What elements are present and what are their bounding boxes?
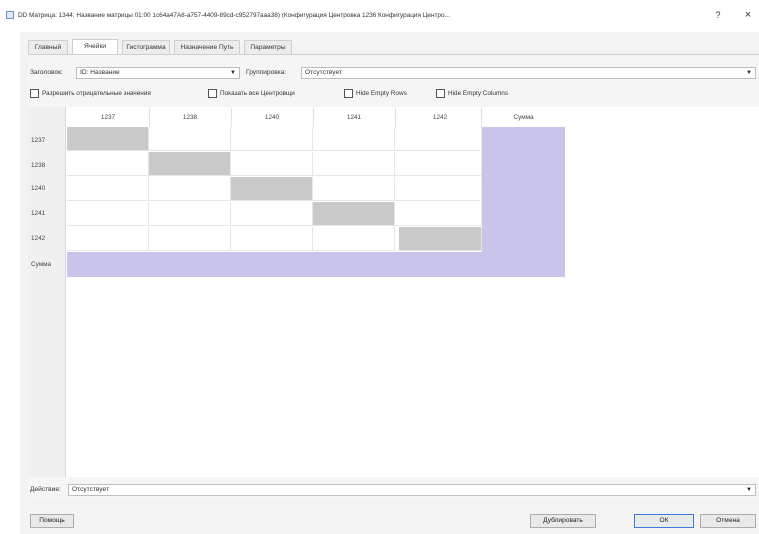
header-label: Заголовок:: [30, 69, 63, 76]
show-all-centers-checkbox[interactable]: Показать все Центровщи: [208, 87, 295, 99]
checkbox-box[interactable]: [208, 88, 217, 98]
tab-main[interactable]: Главный: [28, 40, 68, 54]
action-select-value: Отсутствует: [72, 486, 109, 493]
show-all-centers-label: Показать все Центровщи: [220, 89, 295, 97]
row-header-1237[interactable]: 1237: [31, 134, 67, 148]
column-header-1237[interactable]: 1237: [67, 111, 149, 125]
matrix-cell[interactable]: [395, 202, 482, 226]
matrix-cell[interactable]: [313, 202, 395, 226]
tab-path-assignment[interactable]: Назначение Путь: [174, 40, 240, 54]
column-header-1240[interactable]: 1240: [231, 111, 313, 125]
matrix-cell[interactable]: [231, 152, 313, 176]
row-header-1238[interactable]: 1238: [31, 159, 67, 173]
matrix-cell[interactable]: [231, 227, 313, 251]
row-header-sum[interactable]: Сумма: [31, 258, 67, 272]
title-bar: DD Матрица: 1344; Название матрицы 01:00…: [0, 0, 759, 28]
tab-histogram-label: Гистограмма: [126, 44, 166, 51]
window-title: DD Матрица: 1344; Название матрицы 01:00…: [18, 12, 450, 19]
action-select[interactable]: Отсутствует ▼: [68, 484, 756, 496]
matrix-cell[interactable]: [313, 127, 395, 151]
matrix-cell[interactable]: [67, 202, 149, 226]
tab-main-label: Главный: [34, 44, 62, 51]
close-icon[interactable]: ×: [742, 7, 754, 23]
tab-parameters-label: Параметры: [250, 44, 286, 51]
matrix-cell[interactable]: [149, 152, 231, 176]
hide-empty-rows-checkbox[interactable]: Hide Empty Rows: [344, 87, 407, 99]
hide-empty-rows-label: Hide Empty Rows: [356, 89, 407, 97]
matrix-cell[interactable]: [395, 127, 482, 151]
chevron-down-icon: ▼: [230, 70, 236, 76]
matrix-cell[interactable]: [149, 202, 231, 226]
cancel-button[interactable]: Отмена: [700, 514, 756, 528]
column-header-1242[interactable]: 1242: [399, 111, 481, 125]
matrix-cell[interactable]: [67, 227, 149, 251]
row-header-1242[interactable]: 1242: [31, 232, 67, 246]
tab-cells[interactable]: Ячейки: [72, 39, 118, 54]
matrix-cell[interactable]: [395, 152, 482, 176]
matrix-cell[interactable]: [149, 227, 231, 251]
column-divider: [395, 108, 396, 127]
header-select-value: ID: Название: [80, 69, 120, 76]
matrix-cell[interactable]: [67, 177, 149, 201]
app-icon: [6, 11, 14, 19]
grouping-select[interactable]: Отсутствует ▼: [301, 67, 756, 79]
checkbox-box[interactable]: [436, 88, 445, 98]
checkbox-box[interactable]: [344, 88, 353, 98]
chevron-down-icon: ▼: [746, 487, 752, 493]
column-header-1238[interactable]: 1238: [149, 111, 231, 125]
grouping-select-value: Отсутствует: [305, 69, 342, 76]
matrix-cell[interactable]: [231, 202, 313, 226]
matrix-cell[interactable]: [67, 127, 149, 151]
matrix-cell[interactable]: [399, 227, 482, 251]
grouping-label: Группировка:: [246, 69, 287, 76]
help-button[interactable]: Помощь: [30, 514, 74, 528]
tab-path-assignment-label: Назначение Путь: [180, 44, 234, 51]
matrix-cell[interactable]: [313, 152, 395, 176]
matrix-cell[interactable]: [67, 152, 149, 176]
allow-negative-checkbox[interactable]: Разрешить отрицательные значения: [30, 87, 151, 99]
help-icon[interactable]: ?: [713, 8, 723, 22]
matrix-cell[interactable]: [149, 177, 231, 201]
matrix-cell[interactable]: [395, 177, 482, 201]
hide-empty-columns-checkbox[interactable]: Hide Empty Columns: [436, 87, 508, 99]
tab-cells-label: Ячейки: [83, 43, 107, 50]
matrix-cell[interactable]: [313, 227, 395, 251]
hide-empty-columns-label: Hide Empty Columns: [448, 89, 509, 97]
row-header-1240[interactable]: 1240: [31, 182, 67, 196]
row-header-1241[interactable]: 1241: [31, 207, 67, 221]
tab-parameters[interactable]: Параметры: [244, 40, 292, 54]
column-header-1241[interactable]: 1241: [313, 111, 395, 125]
allow-negative-label: Разрешить отрицательные значения: [42, 89, 151, 97]
ok-button[interactable]: ОК: [634, 514, 694, 528]
checkbox-box[interactable]: [30, 88, 39, 98]
column-header-sum[interactable]: Сумма: [482, 111, 565, 125]
tab-histogram[interactable]: Гистограмма: [122, 40, 170, 54]
action-label: Действие:: [30, 486, 61, 493]
matrix-cell[interactable]: [231, 127, 313, 151]
chevron-down-icon: ▼: [746, 70, 752, 76]
sum-row: [67, 252, 565, 277]
duplicate-button[interactable]: Дублировать: [530, 514, 596, 528]
matrix-cell[interactable]: [313, 177, 395, 201]
matrix-cell[interactable]: [231, 177, 313, 201]
header-select[interactable]: ID: Название ▼: [76, 67, 240, 79]
matrix-cell[interactable]: [149, 127, 231, 151]
